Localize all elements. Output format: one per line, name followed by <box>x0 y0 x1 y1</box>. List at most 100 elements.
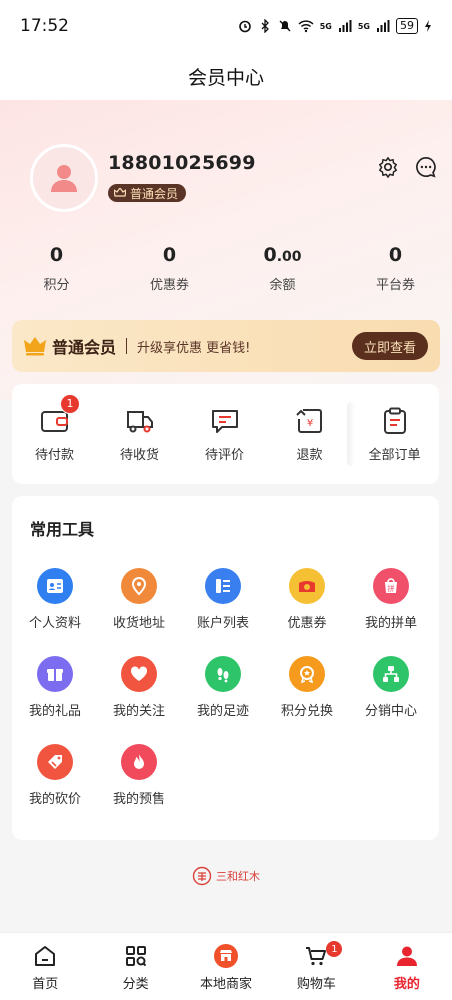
status-bar: 17:52 5G 5G 59 <box>0 0 452 52</box>
avatar[interactable] <box>30 144 98 212</box>
nav-mine[interactable]: 我的 <box>362 933 452 1000</box>
gear-icon <box>379 157 397 178</box>
tools-card: 常用工具 个人资料 收货地址 账户列表 优惠券 拼 我的拼单 我的礼品 我的关注… <box>12 496 439 840</box>
tool-distribution[interactable]: 分销中心 <box>349 656 433 719</box>
tool-label: 分销中心 <box>364 704 417 719</box>
store-icon <box>214 944 239 968</box>
order-all[interactable]: 全部订单 <box>352 406 437 463</box>
order-label: 待付款 <box>34 447 74 463</box>
network-label-1: 5G <box>319 21 332 31</box>
stat-coupons-value: 0 <box>162 244 177 266</box>
brand-footer: 三和红木 <box>0 866 452 886</box>
page-title: 会员中心 <box>187 66 264 89</box>
stat-points-label: 积分 <box>43 278 70 293</box>
stat-points-value: 0 <box>49 244 64 266</box>
user-icon <box>396 946 417 966</box>
tool-address[interactable]: 收货地址 <box>97 568 181 631</box>
title-bar: 会员中心 <box>0 52 452 100</box>
tool-profile[interactable]: 个人资料 <box>13 568 97 631</box>
tool-label: 我的礼品 <box>28 704 81 719</box>
category-icon <box>125 946 146 967</box>
vip-view-button[interactable]: 立即查看 <box>351 332 428 360</box>
tool-label: 优惠券 <box>287 616 327 631</box>
tool-coupons[interactable]: 优惠券 <box>265 568 349 631</box>
brand-logo-icon <box>192 866 212 886</box>
medal-icon <box>300 666 314 684</box>
nav-label: 首页 <box>32 977 59 992</box>
member-level-label: 普通会员 <box>130 186 179 201</box>
order-label: 待收货 <box>119 447 159 463</box>
bargain-tag-icon <box>48 755 62 769</box>
stat-coupons-label: 优惠券 <box>149 278 189 293</box>
tool-label: 积分兑换 <box>280 704 333 719</box>
stat-balance-dec: .00 <box>276 249 302 265</box>
stat-balance[interactable]: 0.00 余额 <box>226 244 339 293</box>
order-pending-receipt[interactable]: 待收货 <box>97 406 182 463</box>
nav-category[interactable]: 分类 <box>90 933 180 1000</box>
tool-bargain[interactable]: 我的砍价 <box>13 744 97 807</box>
tool-points-exchange[interactable]: 积分兑换 <box>265 656 349 719</box>
stat-balance-label: 余额 <box>269 278 296 293</box>
settings-button[interactable] <box>376 155 400 179</box>
heart-icon <box>130 666 148 681</box>
tool-label: 账户列表 <box>196 616 249 631</box>
tool-footprint[interactable]: 我的足迹 <box>181 656 265 719</box>
phone-number: 18801025699 <box>108 152 256 174</box>
order-pending-review[interactable]: 待评价 <box>182 406 267 463</box>
crown-icon <box>114 188 126 197</box>
footprint-icon <box>217 668 229 683</box>
nav-label: 分类 <box>122 977 149 992</box>
wifi-icon <box>298 20 314 33</box>
message-button[interactable] <box>414 155 438 179</box>
nav-local-merchants[interactable]: 本地商家 <box>181 933 271 1000</box>
tool-group-buy[interactable]: 拼 我的拼单 <box>349 568 433 631</box>
stat-points[interactable]: 0 积分 <box>0 244 113 293</box>
svg-text:¥: ¥ <box>306 418 312 429</box>
nav-label: 本地商家 <box>200 977 253 992</box>
flame-icon <box>134 754 144 769</box>
nav-home[interactable]: 首页 <box>0 933 90 1000</box>
tool-gifts[interactable]: 我的礼品 <box>13 656 97 719</box>
nav-cart[interactable]: 1 购物车 <box>271 933 361 1000</box>
stat-platform-coupons-label: 平台券 <box>375 278 415 293</box>
tool-favorites[interactable]: 我的关注 <box>97 656 181 719</box>
coupon-icon <box>299 581 315 592</box>
charging-icon <box>425 20 431 32</box>
bottom-nav: 首页 分类 本地商家 1 购物车 我的 <box>0 932 452 1000</box>
comment-icon <box>211 409 238 433</box>
signal-icon-2 <box>377 20 390 32</box>
order-badge: 1 <box>60 393 80 414</box>
header-actions <box>376 155 438 179</box>
tool-label: 个人资料 <box>28 616 81 631</box>
nav-label: 购物车 <box>296 977 336 992</box>
order-label: 待评价 <box>204 447 244 463</box>
stat-coupons[interactable]: 0 优惠券 <box>113 244 226 293</box>
tool-label: 我的关注 <box>112 704 165 719</box>
list-icon <box>216 579 230 593</box>
tools-title: 常用工具 <box>30 520 95 539</box>
order-pending-payment[interactable]: 1 待付款 <box>12 393 97 463</box>
tool-presale[interactable]: 我的预售 <box>97 744 181 807</box>
tool-accounts[interactable]: 账户列表 <box>181 568 265 631</box>
location-pin-icon <box>131 576 147 596</box>
group-buy-icon: 拼 <box>385 578 397 593</box>
stat-platform-coupons[interactable]: 0 平台券 <box>339 244 452 293</box>
stat-balance-int: 0 <box>263 244 277 266</box>
stat-balance-value: 0.00 <box>226 244 339 270</box>
stat-platform-coupons-value: 0 <box>388 244 403 266</box>
status-time: 17:52 <box>20 16 69 36</box>
vip-title: 普通会员 <box>52 338 117 357</box>
hierarchy-icon <box>383 666 399 682</box>
nav-label: 我的 <box>393 977 420 992</box>
vip-description: 升级享优惠 更省钱! <box>137 340 251 356</box>
battery-indicator: 59 <box>396 18 418 34</box>
account-stats: 0 积分 0 优惠券 0.00 余额 0 平台券 <box>0 244 452 293</box>
status-icons: 5G 5G 59 <box>238 18 432 34</box>
cart-icon <box>306 947 327 966</box>
tool-label: 我的预售 <box>112 792 165 807</box>
mute-bell-icon <box>279 20 291 32</box>
gift-icon <box>47 669 63 681</box>
order-refund[interactable]: ¥ 退款 <box>267 406 352 463</box>
vip-banner[interactable]: 普通会员 升级享优惠 更省钱! 立即查看 <box>12 320 440 372</box>
vip-separator <box>126 338 128 354</box>
